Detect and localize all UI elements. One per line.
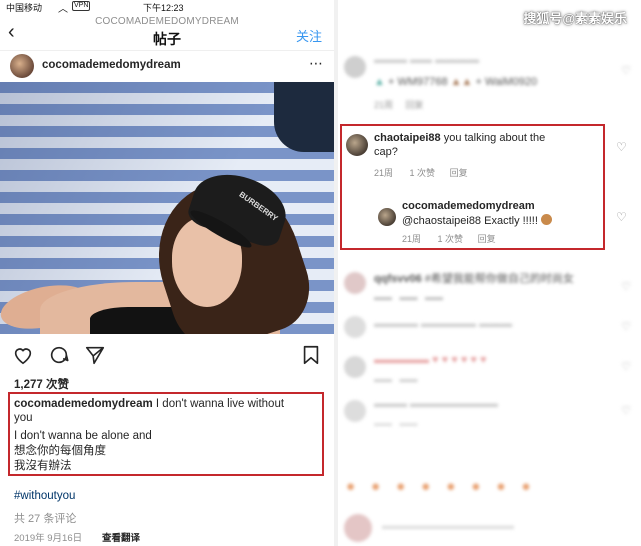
- comment-meta: 21周 1 次赞 回复: [374, 166, 468, 179]
- heart-icon[interactable]: ♡: [616, 140, 627, 154]
- reply-button[interactable]: 回复: [478, 234, 496, 244]
- vpn-badge: VPN: [72, 1, 91, 11]
- post-image[interactable]: BURBERRY: [0, 82, 334, 334]
- reply-likes[interactable]: 1 次赞: [438, 234, 464, 244]
- caption-line-3: I don't wanna be alone and: [14, 430, 152, 442]
- caption-line-5: 我沒有辦法: [14, 460, 72, 472]
- nav-bar: ‹ COCOMADEMEDOMYDREAM 帖子 关注: [0, 14, 334, 50]
- reply-meta: 21周 1 次赞 回复: [402, 232, 496, 245]
- caption-line-2: you: [14, 412, 33, 424]
- post-panel: 中国移动 ︿ VPN 下午12:23 ‹ COCOMADEMEDOMYDREAM…: [0, 0, 334, 546]
- follow-button[interactable]: 关注: [296, 26, 322, 45]
- post-date: 2019年 9月16日: [14, 533, 83, 544]
- avatar[interactable]: [346, 134, 368, 156]
- share-icon[interactable]: [84, 344, 106, 366]
- reply-button[interactable]: 回复: [450, 168, 468, 178]
- bookmark-icon[interactable]: [300, 344, 322, 366]
- hashtag-link[interactable]: #withoutyou: [14, 490, 75, 502]
- more-options-icon[interactable]: ⋯: [309, 55, 324, 72]
- watermark: 搜狐号@素素娱乐: [523, 11, 627, 26]
- post-header: cocomademedomydream ⋯: [0, 50, 334, 80]
- status-bar: 中国移动 ︿ VPN 下午12:23: [0, 0, 334, 15]
- nav-subtitle: COCOMADEMEDOMYDREAM: [95, 16, 239, 27]
- heart-icon[interactable]: ♡: [616, 210, 627, 224]
- carrier-label: 中国移动: [6, 3, 43, 13]
- post-username[interactable]: cocomademedomydream: [42, 59, 181, 71]
- comment-likes[interactable]: 1 次赞: [410, 168, 436, 178]
- caption-line-4: 想念你的每個角度: [14, 445, 106, 457]
- reply-username[interactable]: cocomademedomydream: [402, 200, 535, 212]
- reply-time: 21周: [402, 234, 422, 244]
- post-actions: [0, 340, 334, 370]
- status-time: 下午12:23: [143, 3, 184, 13]
- comment-time: 21周: [374, 168, 394, 178]
- comment-username[interactable]: chaotaipei88: [374, 132, 441, 144]
- comment-text: chaotaipei88 you talking about the cap?: [374, 132, 546, 158]
- heart-icon[interactable]: [12, 344, 34, 366]
- caption-username[interactable]: cocomademedomydream: [14, 398, 153, 410]
- wifi-icon: ︿: [58, 4, 68, 15]
- view-comments-link[interactable]: 共 27 条评论: [14, 510, 76, 526]
- reply-text: cocomademedomydream @chaostaipei88 Exact…: [402, 200, 602, 228]
- avatar[interactable]: [10, 54, 34, 78]
- emoji-icon: [540, 213, 552, 225]
- caption-line-1: cocomademedomydream I don't wanna live w…: [14, 398, 285, 410]
- comment-icon[interactable]: [48, 344, 70, 366]
- caption-highlight: cocomademedomydream I don't wanna live w…: [8, 392, 324, 476]
- reply-highlight: chaotaipei88 you talking about the cap? …: [340, 124, 605, 250]
- page-title: 帖子: [153, 31, 181, 47]
- translate-link[interactable]: 查看翻译: [102, 530, 140, 544]
- like-count[interactable]: 1,277 次赞: [14, 376, 69, 392]
- comments-panel: ▬▬▬ ▬▬ ▬▬▬▬ ▲ + WM97768 ▲▲ + WaiM0920 21…: [338, 0, 641, 546]
- avatar[interactable]: [378, 208, 396, 226]
